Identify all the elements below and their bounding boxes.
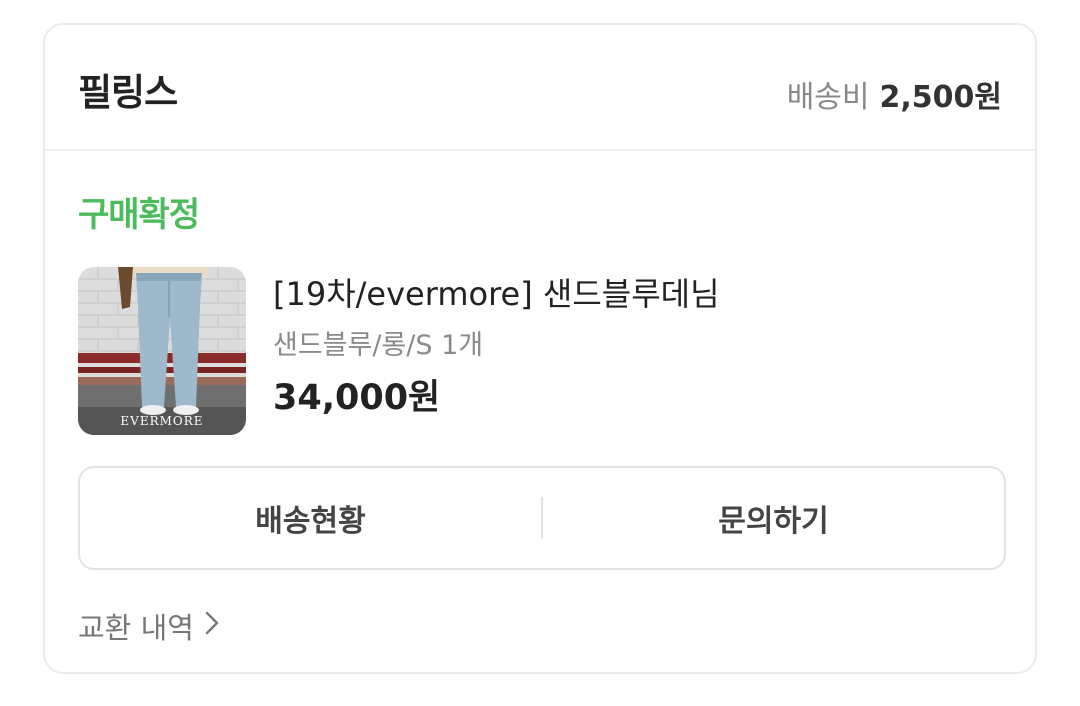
thumbnail-caption: EVERMORE — [120, 414, 203, 428]
product-title[interactable]: [19차/evermore] 샌드블루데님 — [273, 269, 720, 315]
order-status: 구매확정 — [78, 195, 200, 235]
store-header: 필링스 배송비 2,500원 — [45, 25, 1035, 151]
store-name[interactable]: 필링스 — [78, 62, 178, 116]
action-button-group: 배송현황 문의하기 — [78, 466, 1006, 570]
shipping-fee-info: 배송비 2,500원 — [787, 72, 1002, 116]
shipping-fee: 2,500원 — [879, 80, 1003, 115]
shipping-label: 배송비 — [786, 80, 870, 115]
product-price: 34,000원 — [273, 378, 441, 418]
exchange-history-link[interactable]: 교환 내역 — [78, 605, 220, 647]
product-thumbnail[interactable]: EVERMORE — [78, 267, 246, 435]
chevron-right-icon — [204, 609, 220, 643]
product-option: 샌드블루/롱/S 1개 — [273, 330, 484, 361]
order-card: 필링스 배송비 2,500원 구매확정 EVERMORE [19차/evermo… — [43, 23, 1037, 674]
exchange-history-label: 교환 내역 — [78, 611, 194, 645]
track-delivery-button[interactable]: 배송현황 — [80, 468, 541, 568]
inquiry-button[interactable]: 문의하기 — [543, 468, 1004, 568]
